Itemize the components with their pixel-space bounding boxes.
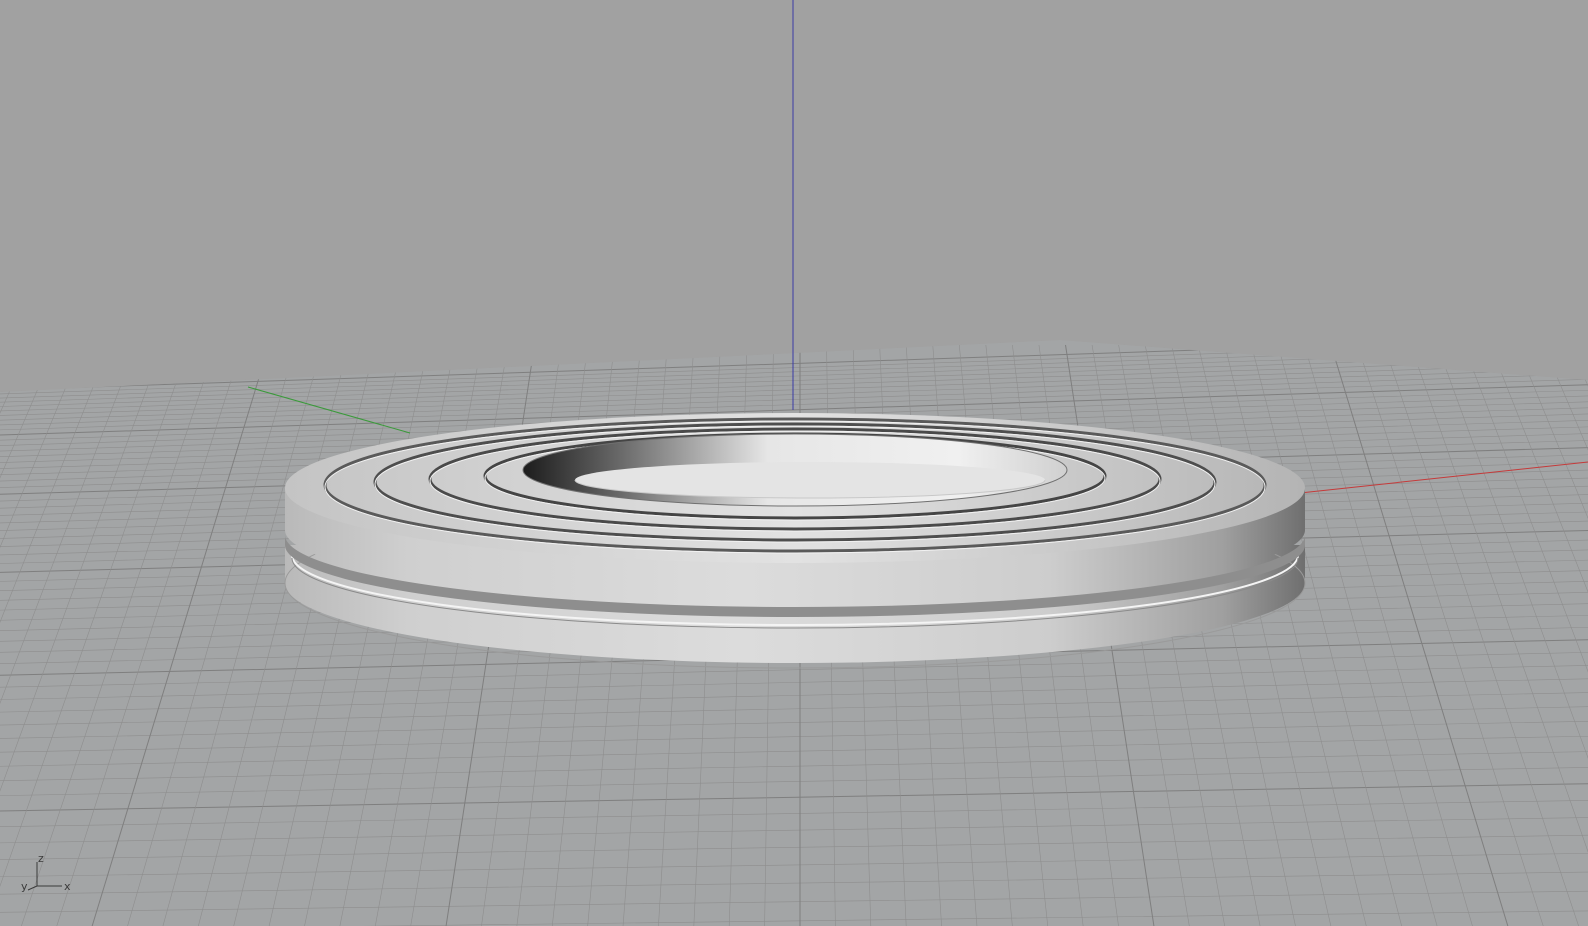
perspective-viewport[interactable]: z x y <box>0 0 1588 926</box>
axis-widget-x-label: x <box>64 880 71 893</box>
axis-widget-z-label: z <box>38 852 44 865</box>
ring-model[interactable] <box>284 413 1306 669</box>
viewport-canvas[interactable]: z x y <box>0 0 1588 926</box>
axis-widget-y-label: y <box>21 880 28 893</box>
